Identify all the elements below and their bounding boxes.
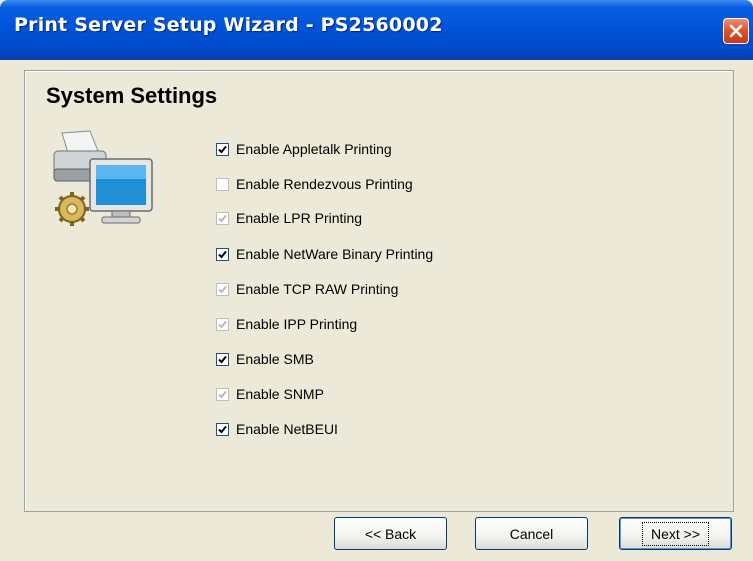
option-label: Enable IPP Printing [236, 316, 358, 332]
option-row: Enable Rendezvous Printing [216, 176, 413, 192]
checkmark-icon [218, 390, 227, 398]
next-button[interactable]: Next >> [619, 517, 732, 550]
option-label: Enable SNMP [236, 386, 324, 402]
option-row: Enable LPR Printing [216, 210, 362, 226]
option-row[interactable]: Enable SMB [216, 351, 314, 367]
option-checkbox [216, 317, 229, 331]
checkmark-icon [218, 355, 227, 363]
close-icon [729, 24, 743, 38]
option-row: Enable TCP RAW Printing [216, 281, 398, 297]
option-label: Enable SMB [236, 351, 314, 367]
checkmark-icon [218, 425, 227, 433]
wizard-window: Print Server Setup Wizard - PS2560002 Sy… [0, 0, 753, 561]
checkmark-icon [218, 145, 227, 153]
checkmark-icon [218, 214, 227, 222]
option-label: Enable LPR Printing [236, 210, 363, 226]
checkmark-icon [218, 285, 227, 293]
option-checkbox [216, 211, 229, 225]
title-bar[interactable]: Print Server Setup Wizard - PS2560002 [0, 0, 753, 60]
option-checkbox[interactable] [216, 247, 229, 261]
option-label: Enable NetBEUI [236, 421, 338, 437]
option-label: Enable Rendezvous Printing [236, 176, 413, 192]
option-checkbox[interactable] [216, 352, 229, 366]
option-checkbox [216, 282, 229, 296]
option-label: Enable Appletalk Printing [236, 141, 392, 157]
settings-panel: System Settings Enable Appletalk Printin… [24, 70, 734, 512]
option-row: Enable SNMP [216, 386, 324, 402]
panel-title: System Settings [46, 83, 218, 108]
cancel-button[interactable]: Cancel [475, 517, 588, 550]
option-label: Enable NetWare Binary Printing [236, 246, 434, 262]
option-row[interactable]: Enable Appletalk Printing [216, 141, 392, 157]
option-checkbox[interactable] [216, 142, 229, 156]
checkmark-icon [218, 250, 227, 258]
close-button[interactable] [723, 18, 749, 44]
option-checkbox [216, 387, 229, 401]
option-label: Enable TCP RAW Printing [236, 281, 399, 297]
option-checkbox [216, 177, 229, 191]
option-row: Enable IPP Printing [216, 316, 357, 332]
back-button[interactable]: << Back [334, 517, 447, 550]
option-checkbox[interactable] [216, 422, 229, 436]
checkmark-icon [218, 320, 227, 328]
printer-computer-icon [53, 130, 153, 226]
window-title: Print Server Setup Wizard - PS2560002 [14, 14, 443, 36]
next-button-label: Next >> [641, 521, 710, 546]
option-row[interactable]: Enable NetWare Binary Printing [216, 246, 433, 262]
option-row[interactable]: Enable NetBEUI [216, 421, 338, 437]
